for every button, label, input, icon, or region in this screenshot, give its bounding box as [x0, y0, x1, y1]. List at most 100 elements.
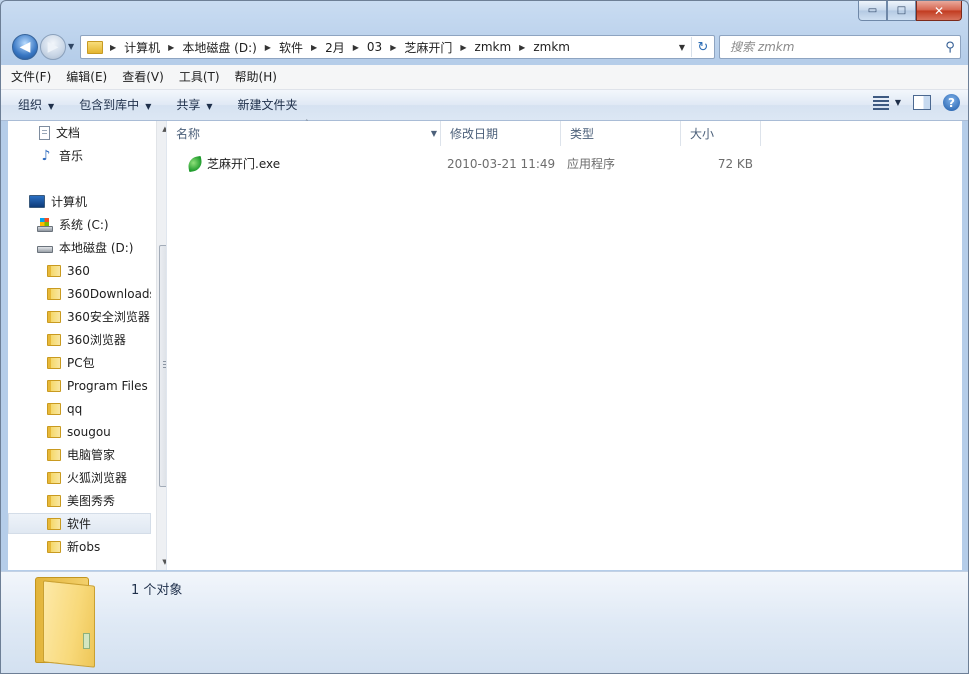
nav-item-meitu[interactable]: 美图秀秀: [8, 490, 151, 511]
minimize-button[interactable]: ▭: [858, 1, 887, 21]
nav-item-new-obs[interactable]: 新obs: [8, 536, 151, 557]
menu-edit[interactable]: 编辑(E): [61, 66, 112, 88]
nav-item-music[interactable]: ♪ 音乐: [8, 145, 151, 166]
breadcrumb-separator[interactable]: ▶: [515, 43, 529, 52]
file-type: 应用程序: [567, 157, 616, 171]
breadcrumb-zmkm-current[interactable]: zmkm: [529, 40, 574, 54]
nav-item-label: 音乐: [59, 149, 84, 163]
breadcrumb-computer[interactable]: 计算机: [120, 39, 164, 56]
breadcrumb-separator[interactable]: ▶: [349, 43, 363, 52]
navpane-scrollbar[interactable]: ▲ ▼: [156, 121, 166, 570]
nav-item-label: 系统 (C:): [59, 218, 109, 232]
breadcrumb-software[interactable]: 软件: [275, 39, 307, 56]
nav-item-software[interactable]: 软件: [8, 513, 151, 534]
breadcrumb-separator[interactable]: ▶: [164, 43, 178, 52]
nav-item-documents[interactable]: 文档: [8, 122, 151, 143]
nav-item-label: 360浏览器: [67, 333, 126, 347]
nav-item-360-secure-browser[interactable]: 360安全浏览器: [8, 306, 151, 327]
nav-item-360[interactable]: 360: [8, 260, 151, 281]
nav-item-qq[interactable]: qq: [8, 398, 151, 419]
breadcrumb-separator[interactable]: ▶: [106, 43, 120, 52]
share-button[interactable]: 共享 ▼: [168, 93, 220, 117]
nav-item-program-files[interactable]: Program Files: [8, 375, 151, 396]
breadcrumb-zhimakaimen[interactable]: 芝麻开门: [400, 39, 456, 56]
folder-icon: [47, 379, 61, 392]
breadcrumb-zmkm[interactable]: zmkm: [471, 40, 516, 54]
nav-item-label: 新obs: [67, 540, 101, 554]
system-drive-icon: [37, 217, 53, 232]
address-bar[interactable]: ▶ 计算机 ▶ 本地磁盘 (D:) ▶ 软件 ▶ 2月 ▶ 03 ▶ 芝麻开门 …: [80, 35, 715, 59]
folder-icon: [47, 356, 61, 369]
back-button[interactable]: ◀: [12, 34, 38, 60]
menu-view[interactable]: 查看(V): [117, 66, 169, 88]
nav-item-pc-bao[interactable]: PC包: [8, 352, 151, 373]
menu-file[interactable]: 文件(F): [6, 66, 56, 88]
application-icon: [186, 155, 204, 173]
nav-item-pc-manager[interactable]: 电脑管家: [8, 444, 151, 465]
forward-button[interactable]: ▶: [40, 34, 66, 60]
chevron-down-icon[interactable]: ▼: [431, 129, 437, 138]
breadcrumb-separator[interactable]: ▶: [307, 43, 321, 52]
column-header-modified[interactable]: 修改日期: [441, 121, 561, 146]
nav-item-360downloads[interactable]: 360Downloads: [8, 283, 151, 304]
preview-pane-icon[interactable]: [913, 95, 931, 110]
folder-icon: [47, 494, 61, 507]
selection-summary: 1 个对象: [131, 583, 183, 598]
refresh-icon[interactable]: ↻: [691, 37, 714, 57]
scroll-down-button[interactable]: ▼: [157, 554, 166, 570]
include-in-library-button[interactable]: 包含到库中 ▼: [71, 93, 159, 117]
organize-button[interactable]: 组织 ▼: [10, 93, 62, 117]
breadcrumb-separator[interactable]: ▶: [456, 43, 470, 52]
search-box: ⚲: [719, 35, 961, 59]
column-header-size[interactable]: 大小: [681, 121, 761, 146]
computer-icon: [29, 195, 45, 208]
new-folder-button[interactable]: 新建文件夹: [230, 93, 306, 117]
close-button[interactable]: ✕: [916, 1, 962, 21]
recent-pages-dropdown[interactable]: ▼: [68, 42, 74, 51]
nav-item-firefox[interactable]: 火狐浏览器: [8, 467, 151, 488]
nav-item-system-c[interactable]: 系统 (C:): [8, 214, 151, 235]
view-options-dropdown[interactable]: ▼: [895, 98, 901, 107]
nav-item-360-browser[interactable]: 360浏览器: [8, 329, 151, 350]
chevron-down-icon: ▼: [145, 102, 152, 111]
folder-icon: [47, 425, 61, 438]
nav-item-local-disk-d[interactable]: 本地磁盘 (D:): [8, 237, 151, 258]
menu-bar: 文件(F) 编辑(E) 查看(V) 工具(T) 帮助(H): [1, 65, 968, 90]
document-icon: [39, 125, 50, 140]
scrollbar-thumb[interactable]: [159, 245, 166, 487]
menu-tools[interactable]: 工具(T): [174, 66, 225, 88]
breadcrumb-03[interactable]: 03: [363, 40, 386, 54]
breadcrumb-local-disk[interactable]: 本地磁盘 (D:): [178, 39, 260, 56]
column-header-name[interactable]: 名称 ˄ ▼: [167, 119, 441, 146]
scroll-up-button[interactable]: ▲: [157, 121, 166, 137]
breadcrumb-separator[interactable]: ▶: [261, 43, 275, 52]
folder-icon: [47, 287, 61, 300]
file-row[interactable]: 芝麻开门.exe 2010-03-21 11:49 应用程序 72 KB: [167, 153, 767, 175]
command-bar: 组织 ▼ 包含到库中 ▼ 共享 ▼ 新建文件夹 ▼ ?: [1, 90, 968, 121]
breadcrumb: ▶ 计算机 ▶ 本地磁盘 (D:) ▶ 软件 ▶ 2月 ▶ 03 ▶ 芝麻开门 …: [81, 36, 673, 58]
address-dropdown-button[interactable]: ▼: [673, 43, 691, 52]
nav-item-label: 美图秀秀: [67, 494, 116, 508]
navigation-row: ◀ ▶ ▼ ▶ 计算机 ▶ 本地磁盘 (D:) ▶ 软件 ▶ 2月 ▶ 03 ▶…: [1, 29, 968, 63]
nav-item-label: sougou: [67, 424, 111, 439]
help-icon[interactable]: ?: [943, 94, 960, 111]
share-label: 共享: [176, 98, 201, 112]
nav-item-label: Program Files: [67, 378, 148, 393]
breadcrumb-separator[interactable]: ▶: [386, 43, 400, 52]
file-size: 72 KB: [717, 157, 753, 171]
chevron-down-icon: ▼: [206, 102, 213, 111]
menu-help[interactable]: 帮助(H): [230, 66, 282, 88]
nav-item-label: qq: [67, 401, 83, 416]
maximize-button[interactable]: □: [887, 1, 916, 21]
folder-icon: [47, 471, 61, 484]
file-list: 名称 ˄ ▼ 修改日期 类型 大小 芝麻开门.exe 2010-03-21 11…: [167, 119, 962, 570]
nav-item-computer[interactable]: 计算机: [8, 191, 151, 212]
file-name: 芝麻开门.exe: [207, 157, 281, 171]
breadcrumb-february[interactable]: 2月: [321, 39, 349, 56]
column-header-type[interactable]: 类型: [561, 121, 681, 146]
search-input[interactable]: [728, 37, 940, 57]
change-view-icon[interactable]: [872, 95, 889, 110]
nav-item-sougou[interactable]: sougou: [8, 421, 151, 442]
music-icon: ♪: [41, 147, 51, 164]
search-icon[interactable]: ⚲: [940, 40, 960, 55]
